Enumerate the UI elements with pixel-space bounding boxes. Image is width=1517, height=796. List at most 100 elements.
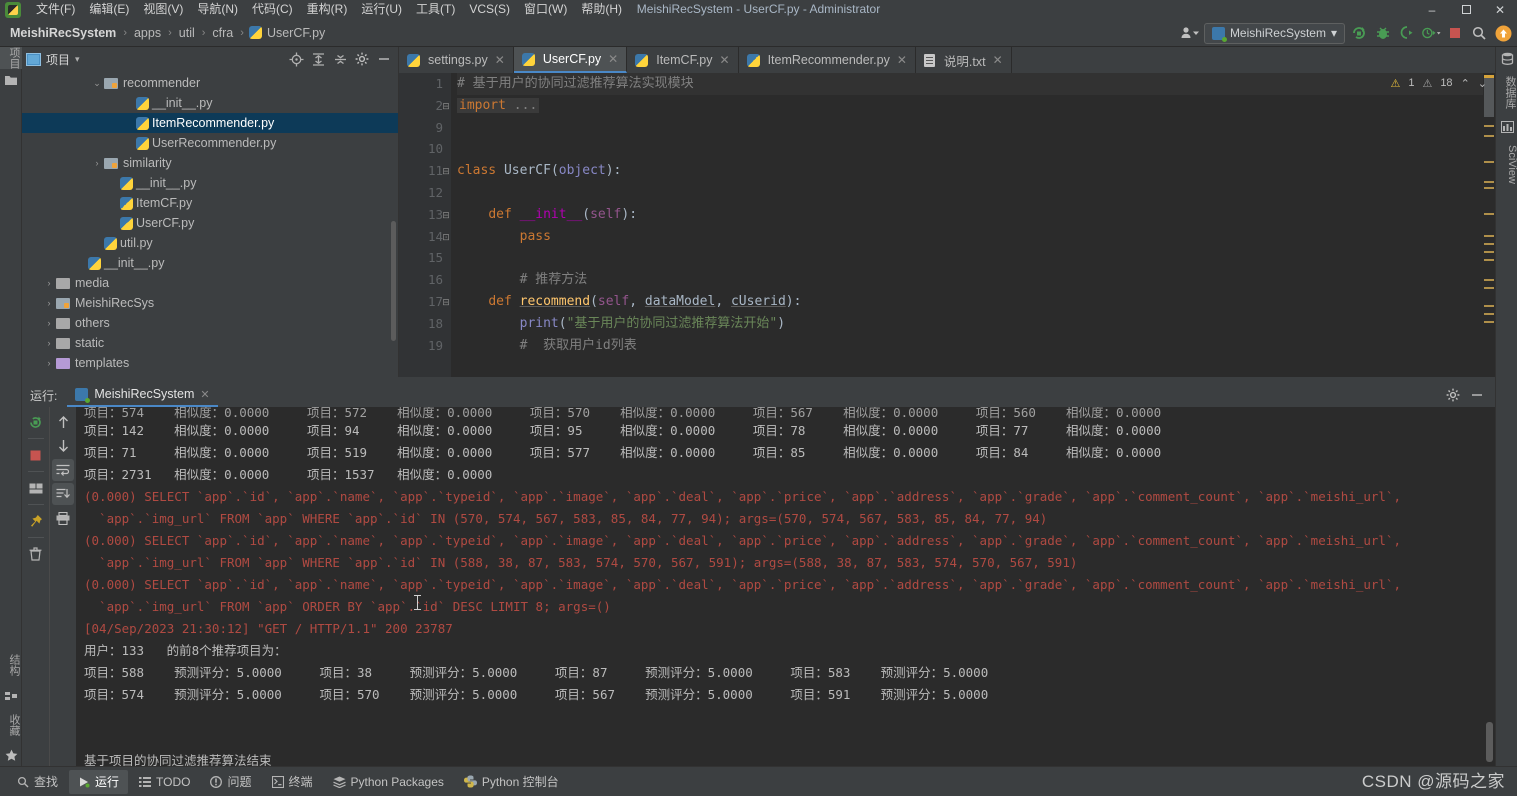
rail-project-button[interactable]: 项目 (0, 47, 22, 69)
close-icon[interactable]: ✕ (897, 53, 907, 67)
gear-icon[interactable] (1443, 385, 1463, 405)
tree-row[interactable]: util.py (22, 233, 398, 253)
breadcrumb-apps[interactable]: apps (132, 26, 163, 40)
gear-icon[interactable] (352, 49, 372, 69)
menu-run[interactable]: 运行(U) (354, 0, 409, 19)
layout-settings-icon[interactable] (25, 477, 47, 499)
soft-wrap-icon[interactable] (52, 459, 74, 481)
rerun-button[interactable] (25, 411, 47, 433)
run-console[interactable]: 项目：574 相似度：0.0000 项目：572 相似度：0.0000 项目：5… (76, 407, 1495, 766)
scroll-to-end-icon[interactable] (52, 483, 74, 505)
rail-structure-button[interactable]: 结构 (0, 646, 22, 684)
close-icon[interactable]: ✕ (720, 53, 730, 67)
status-python-console-button[interactable]: Python 控制台 (455, 770, 568, 794)
pin-icon[interactable] (25, 510, 47, 532)
tree-row[interactable]: __init__.py (22, 93, 398, 113)
stop-button[interactable] (1445, 23, 1465, 43)
tree-row[interactable]: ItemRecommender.py (22, 113, 398, 133)
rail-files-button[interactable] (0, 69, 22, 91)
editor-marker-strip[interactable] (1483, 73, 1495, 377)
chevron-right-icon[interactable]: › (42, 298, 56, 308)
hide-pane-icon[interactable] (374, 49, 394, 69)
code-editor[interactable]: ⚠ 1 ⚠ 18 ⌃ ⌄ 1 ⊟ 2 9 10 ⊟ 11 12 ⊟ 13 ⊡ 14 15 16 ⊟ 17 18 1… (399, 73, 1495, 377)
status-terminal-button[interactable]: 终端 (263, 770, 322, 794)
tree-row[interactable]: › others (22, 313, 398, 333)
close-icon[interactable]: ✕ (608, 52, 618, 66)
menu-refactor[interactable]: 重构(R) (300, 0, 355, 19)
editor-gutter[interactable]: 1 ⊟ 2 9 10 ⊟ 11 12 ⊟ 13 ⊡ 14 15 16 ⊟ 17 18 19 (399, 73, 451, 377)
status-python-packages-button[interactable]: Python Packages (324, 770, 453, 794)
code-fold-icon[interactable]: ⊟ (441, 210, 451, 221)
breadcrumb-util[interactable]: util (177, 26, 197, 40)
tab-settings-py[interactable]: settings.py ✕ (399, 47, 514, 73)
maximize-button[interactable] (1449, 0, 1483, 19)
chevron-down-icon[interactable]: ⌄ (90, 78, 104, 89)
tree-row[interactable]: › media (22, 273, 398, 293)
menu-vcs[interactable]: VCS(S) (462, 0, 517, 19)
tab-usercf-py[interactable]: UserCF.py ✕ (513, 47, 628, 73)
delete-icon[interactable] (25, 543, 47, 565)
chevron-right-icon[interactable]: › (42, 338, 56, 348)
tree-row[interactable]: __init__.py (22, 173, 398, 193)
menu-code[interactable]: 代码(C) (245, 0, 300, 19)
close-icon[interactable]: ✕ (200, 388, 209, 401)
code-fold-icon[interactable]: ⊟ (441, 166, 451, 177)
menu-view[interactable]: 视图(V) (136, 0, 190, 19)
next-problem-icon[interactable]: ⌄ (1478, 77, 1487, 90)
editor-tab-bar[interactable]: settings.py ✕ UserCF.py ✕ ItemCF.py ✕ It… (399, 47, 1495, 73)
close-button[interactable]: ✕ (1483, 0, 1517, 19)
tree-row[interactable]: › templates (22, 353, 398, 373)
rail-favorites-button[interactable]: 收藏 (0, 706, 22, 744)
prev-problem-icon[interactable]: ⌃ (1461, 77, 1470, 90)
menu-file[interactable]: 文件(F) (29, 0, 82, 19)
menu-bar[interactable]: 文件(F) 编辑(E) 视图(V) 导航(N) 代码(C) 重构(R) 运行(U… (29, 0, 629, 19)
select-opened-file-icon[interactable] (286, 49, 306, 69)
chevron-down-icon[interactable]: ▾ (75, 54, 80, 65)
menu-edit[interactable]: 编辑(E) (82, 0, 136, 19)
tree-row[interactable]: ⌄ recommender (22, 73, 398, 93)
breadcrumb-project[interactable]: MeishiRecSystem (8, 26, 118, 40)
chevron-right-icon[interactable]: › (42, 318, 56, 328)
tab-shuoming-txt[interactable]: 说明.txt ✕ (916, 47, 1012, 73)
project-tree[interactable]: ⌄ recommender __init__.py ItemRecommender.p… (22, 71, 398, 377)
code-fold-icon[interactable]: ⊡ (441, 232, 451, 243)
menu-window[interactable]: 窗口(W) (517, 0, 574, 19)
debug-button[interactable] (1373, 23, 1393, 43)
user-account-icon[interactable] (1180, 23, 1200, 43)
console-scrollbar-thumb[interactable] (1486, 722, 1493, 762)
hide-pane-icon[interactable] (1467, 385, 1487, 405)
stop-button[interactable] (25, 444, 47, 466)
menu-navigate[interactable]: 导航(N) (190, 0, 245, 19)
tree-row[interactable]: › static (22, 333, 398, 353)
tree-row[interactable]: __init__.py (22, 253, 398, 273)
code-content[interactable]: # 基于用户的协同过滤推荐算法实现模块 import ... class Use… (451, 73, 1495, 377)
code-fold-icon[interactable]: ⊟ (441, 297, 451, 308)
close-icon[interactable]: ✕ (495, 53, 505, 67)
tree-row[interactable]: ItemCF.py (22, 193, 398, 213)
menu-help[interactable]: 帮助(H) (574, 0, 629, 19)
chevron-right-icon[interactable]: › (90, 158, 104, 168)
status-problems-button[interactable]: 问题 (201, 770, 260, 794)
breadcrumb-file[interactable]: UserCF.py (265, 26, 327, 40)
inspection-widget[interactable]: ⚠ 1 ⚠ 18 ⌃ ⌄ (1390, 73, 1495, 93)
chevron-right-icon[interactable]: › (42, 358, 56, 368)
window-controls[interactable]: – ✕ (1415, 0, 1517, 19)
status-todo-button[interactable]: TODO (130, 770, 199, 794)
update-notification-icon[interactable] (1493, 23, 1513, 43)
menu-tools[interactable]: 工具(T) (409, 0, 462, 19)
tree-row[interactable]: UserCF.py (22, 213, 398, 233)
profile-button[interactable] (1421, 23, 1441, 43)
tree-row[interactable]: › similarity (22, 153, 398, 173)
close-icon[interactable]: ✕ (993, 53, 1003, 67)
console-scrollbar[interactable] (1486, 407, 1494, 766)
scroll-up-icon[interactable] (52, 411, 74, 433)
breadcrumb-cfra[interactable]: cfra (210, 26, 235, 40)
status-run-button[interactable]: 运行 (69, 769, 129, 794)
tab-itemcf-py[interactable]: ItemCF.py ✕ (627, 47, 739, 73)
run-tab-meishirecsystem[interactable]: MeishiRecSystem ✕ (67, 383, 218, 407)
collapse-all-icon[interactable] (330, 49, 350, 69)
run-button[interactable] (1349, 23, 1369, 43)
minimize-button[interactable]: – (1415, 0, 1449, 19)
project-tree-scrollbar[interactable] (391, 221, 396, 341)
run-configuration-selector[interactable]: MeishiRecSystem ▾ (1203, 22, 1345, 44)
